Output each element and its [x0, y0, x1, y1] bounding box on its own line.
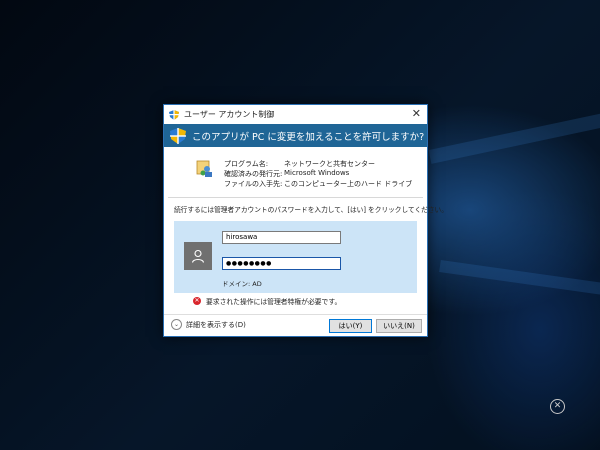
- publisher-row: 確認済みの発行元: Microsoft Windows: [224, 169, 349, 179]
- error-text: 要求された操作には管理者特権が必要です。: [206, 298, 342, 306]
- show-details-label: 詳細を表示する(D): [186, 320, 246, 329]
- program-name-label: プログラム名:: [224, 160, 269, 168]
- yes-button[interactable]: はい(Y): [329, 319, 372, 333]
- divider: [168, 197, 423, 198]
- wallpaper-light-beam: [428, 108, 600, 164]
- show-details-link[interactable]: ⌄ 詳細を表示する(D): [171, 319, 246, 330]
- dialog-footer: ⌄ 詳細を表示する(D) はい(Y) いいえ(N): [164, 314, 427, 336]
- credential-panel: hirosawa ●●●●●●●● ドメイン: AD: [174, 221, 417, 293]
- title-bar: ユーザー アカウント制御 ✕: [164, 105, 427, 124]
- dialog-question: このアプリが PC に変更を加えることを許可しますか?: [192, 131, 425, 143]
- close-icon[interactable]: ✕: [412, 108, 421, 120]
- publisher-label: 確認済みの発行元:: [224, 170, 283, 178]
- file-origin-label: ファイルの入手先:: [224, 180, 283, 188]
- person-icon: [191, 249, 205, 263]
- file-origin-row: ファイルの入手先: このコンピューター上のハード ドライブ: [224, 179, 412, 189]
- username-input[interactable]: hirosawa: [222, 231, 341, 244]
- password-input[interactable]: ●●●●●●●●: [222, 257, 341, 270]
- instruction-text: 続行するには管理者アカウントのパスワードを入力して、[はい] をクリックしてくだ…: [174, 206, 448, 214]
- wallpaper-light-beam: [439, 260, 600, 297]
- desktop-close-icon[interactable]: ✕: [550, 399, 565, 414]
- no-button[interactable]: いいえ(N): [376, 319, 422, 333]
- error-icon: ✕: [193, 297, 201, 305]
- program-name-row: プログラム名: ネットワークと共有センター: [224, 159, 375, 169]
- error-message: ✕ 要求された操作には管理者特権が必要です。: [193, 296, 341, 306]
- chevron-down-icon: ⌄: [171, 319, 182, 330]
- publisher-value: Microsoft Windows: [284, 169, 350, 177]
- network-sharing-center-icon: [196, 160, 212, 177]
- uac-shield-icon: [169, 109, 179, 120]
- program-info: プログラム名: ネットワークと共有センター 確認済みの発行元: Microsof…: [164, 147, 427, 197]
- file-origin-value: このコンピューター上のハード ドライブ: [284, 180, 413, 188]
- program-name-value: ネットワークと共有センター: [284, 160, 375, 168]
- dialog-title: ユーザー アカウント制御: [184, 110, 275, 119]
- question-header: このアプリが PC に変更を加えることを許可しますか?: [164, 124, 427, 147]
- domain-label: ドメイン: AD: [222, 280, 262, 288]
- user-avatar-icon: [184, 242, 212, 270]
- uac-dialog: ユーザー アカウント制御 ✕ このアプリが PC に変更を加えることを許可します…: [163, 104, 448, 337]
- uac-shield-icon: [170, 127, 186, 144]
